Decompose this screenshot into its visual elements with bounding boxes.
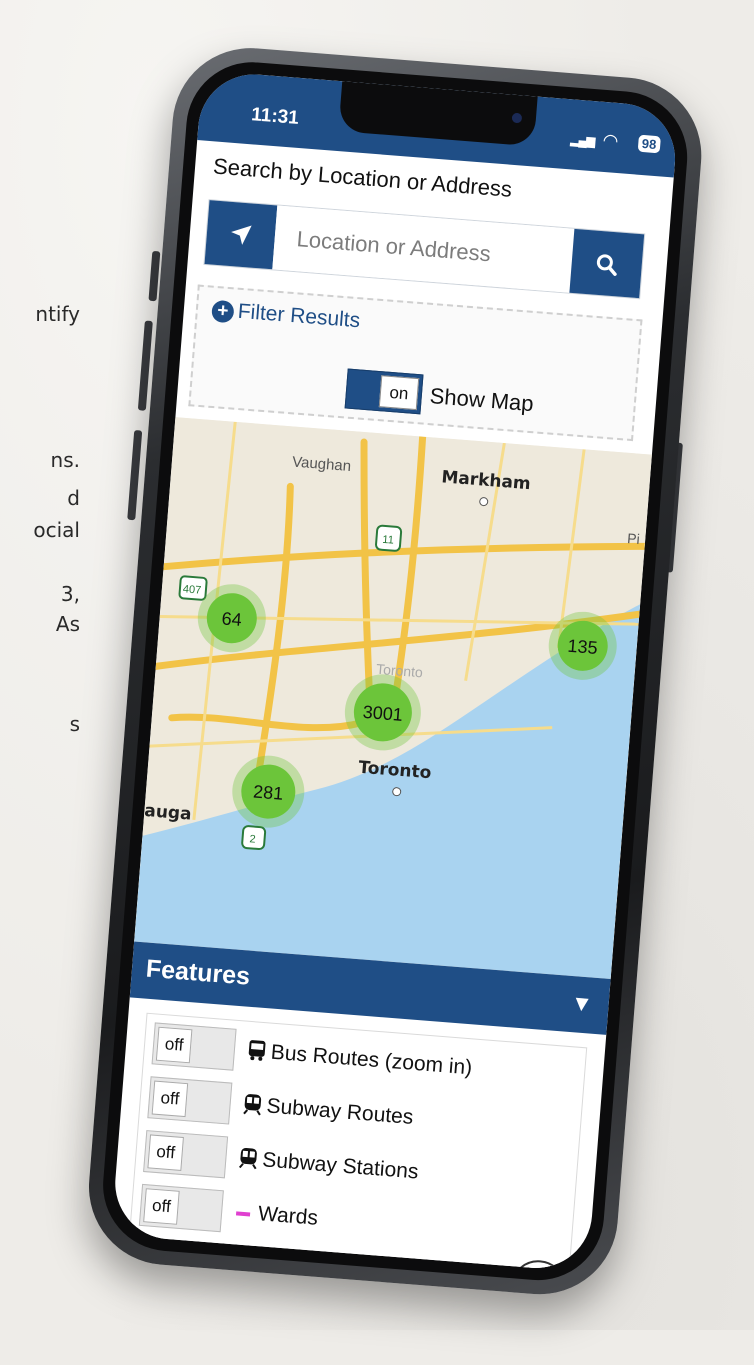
signal-icon: ▂▄▆	[569, 132, 595, 149]
map[interactable]: Vaughan Markham Pi Toronto Toronto auga …	[134, 417, 652, 980]
toggle-state: off	[151, 1080, 189, 1118]
filter-panel: + Filter Results	[188, 284, 643, 442]
background-text: ntify	[35, 302, 80, 326]
subway-stations-toggle[interactable]: off	[143, 1130, 229, 1179]
wards-toggle[interactable]: off	[138, 1183, 224, 1233]
feature-label: Subway Routes	[265, 1094, 415, 1129]
filter-results-link[interactable]: + Filter Results	[211, 298, 361, 334]
subway-routes-toggle[interactable]: off	[147, 1076, 233, 1125]
highway-shield-2: 2	[241, 825, 267, 851]
background-text: s	[69, 712, 80, 736]
search-button[interactable]	[569, 228, 645, 299]
shield-2-label: 2	[249, 833, 256, 845]
show-map-toggle-state: on	[378, 375, 420, 411]
phone-frame: 11:31 ▂▄▆ ◠ 98 Search by Location or Add…	[83, 42, 708, 1301]
page-content: Search by Location or Address Location o…	[111, 140, 674, 1273]
features-title: Features	[144, 954, 252, 991]
background-text: d	[67, 486, 80, 510]
features-list: off Bus Routes (zoom in) off Subway Rout…	[128, 1012, 588, 1273]
background-text: ocial	[33, 518, 80, 542]
bus-routes-toggle[interactable]: off	[151, 1022, 237, 1071]
background-text: As	[55, 612, 80, 636]
cluster-count: 64	[221, 608, 243, 630]
shield-407-label: 407	[182, 583, 201, 596]
toggle-state: off	[147, 1134, 184, 1171]
feature-label: Bus Routes (zoom in)	[269, 1040, 474, 1080]
map-label-mississauga: auga	[144, 801, 193, 825]
bus-icon	[248, 1040, 266, 1061]
search-heading: Search by Location or Address	[212, 153, 513, 202]
map-label-pickering: Pi	[627, 530, 641, 547]
background-text: ns.	[50, 448, 80, 472]
phone: 11:31 ▂▄▆ ◠ 98 Search by Location or Add…	[48, 0, 712, 1365]
shield-11-label: 11	[382, 534, 394, 547]
highway-shield-407: 407	[178, 575, 208, 601]
camera-icon	[511, 112, 523, 124]
search-icon	[596, 254, 617, 276]
toronto-marker	[392, 787, 402, 797]
search-row	[203, 199, 646, 300]
subway-station-icon	[238, 1147, 257, 1170]
toggle-state: off	[143, 1188, 180, 1225]
location-arrow-icon	[231, 225, 252, 245]
markham-marker	[479, 497, 489, 507]
battery-icon: 98	[637, 134, 661, 154]
feature-label: Subway Stations	[261, 1148, 420, 1184]
filter-results-label: Filter Results	[237, 299, 361, 333]
cluster-count: 135	[567, 636, 599, 658]
wifi-icon: ◠	[601, 129, 620, 152]
notch	[338, 81, 538, 147]
phone-bezel: 11:31 ▂▄▆ ◠ 98 Search by Location or Add…	[98, 57, 693, 1286]
status-time: 11:31	[250, 104, 300, 129]
subway-icon	[243, 1094, 262, 1116]
search-input[interactable]	[272, 205, 575, 293]
ward-line-icon	[235, 1211, 251, 1217]
cluster-count: 3001	[362, 702, 403, 725]
map-canvas[interactable]: Vaughan Markham Pi Toronto Toronto auga …	[134, 417, 652, 980]
plus-circle-icon: +	[211, 299, 235, 324]
phone-screen: 11:31 ▂▄▆ ◠ 98 Search by Location or Add…	[111, 70, 680, 1273]
locate-me-button[interactable]	[204, 200, 278, 270]
volume-down-button	[127, 429, 143, 521]
toggle-state: off	[155, 1026, 193, 1064]
feature-label: Wards	[257, 1202, 319, 1230]
collapse-arrow-icon[interactable]: ▼	[570, 990, 594, 1018]
cluster-count: 281	[252, 781, 284, 803]
show-map-toggle[interactable]: on	[344, 368, 424, 415]
background-text: 3,	[60, 582, 80, 606]
highway-shield-11: 11	[375, 524, 403, 552]
